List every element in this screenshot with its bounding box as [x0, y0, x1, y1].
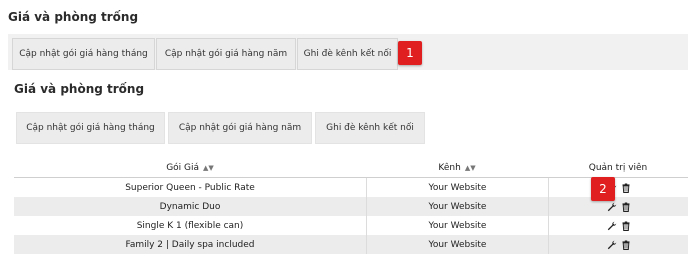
table-header: Gói Giá ▲▼ Kênh ▲▼ Quản trị viên	[14, 158, 688, 178]
column-header-channel[interactable]: Kênh ▲▼	[366, 158, 548, 177]
table-row: Single K 1 (flexible can) Your Website	[14, 216, 688, 235]
annotation-marker-2: 2	[591, 177, 615, 201]
rate-plan-name: Single K 1 (flexible can)	[136, 220, 244, 231]
admin-actions	[548, 216, 688, 235]
trash-icon[interactable]	[621, 221, 631, 231]
table-row: Family 2 | Daily spa included Your Websi…	[14, 235, 688, 254]
column-label: Gói Giá	[166, 162, 200, 173]
admin-actions	[548, 235, 688, 254]
wrench-icon[interactable]	[607, 202, 617, 212]
sort-icon[interactable]: ▲▼	[203, 164, 214, 172]
channel-name: Your Website	[366, 197, 548, 216]
tab-yearly-update[interactable]: Cập nhật gói giá hàng năm	[156, 38, 296, 70]
wrench-icon[interactable]	[607, 221, 617, 231]
column-header-admin: Quản trị viên	[548, 158, 688, 177]
tab-yearly-update[interactable]: Cập nhật gói giá hàng năm	[168, 112, 312, 144]
rate-plan-name: Superior Queen - Public Rate	[125, 182, 255, 193]
tab-bar: Cập nhật gói giá hàng tháng Cập nhật gói…	[8, 34, 688, 70]
rate-plan-name: Family 2 | Daily spa included	[125, 239, 255, 250]
column-label: Quản trị viên	[588, 162, 648, 173]
tab-bar: Cập nhật gói giá hàng tháng Cập nhật gói…	[16, 108, 688, 144]
column-header-rate-plan[interactable]: Gói Giá ▲▼	[14, 158, 366, 177]
table-row: Dynamic Duo Your Website	[14, 197, 688, 216]
tab-monthly-update[interactable]: Cập nhật gói giá hàng tháng	[12, 38, 155, 70]
column-label: Kênh	[438, 162, 461, 173]
tab-channel-override[interactable]: Ghi đè kênh kết nối	[297, 38, 398, 70]
trash-icon[interactable]	[621, 183, 631, 193]
channel-name: Your Website	[366, 216, 548, 235]
sort-icon[interactable]: ▲▼	[465, 164, 476, 172]
channel-name: Your Website	[366, 178, 548, 197]
section-title: Giá và phòng trống	[8, 10, 139, 24]
rate-plan-table: Gói Giá ▲▼ Kênh ▲▼ Quản trị viên Superio…	[14, 158, 688, 254]
trash-icon[interactable]	[621, 240, 631, 250]
section-title: Giá và phòng trống	[14, 82, 145, 96]
rate-plan-name: Dynamic Duo	[159, 201, 221, 212]
tab-channel-override[interactable]: Ghi đè kênh kết nối	[315, 112, 425, 144]
admin-actions	[548, 178, 688, 197]
table-row: Superior Queen - Public Rate Your Websit…	[14, 178, 688, 197]
tab-monthly-update[interactable]: Cập nhật gói giá hàng tháng	[16, 112, 165, 144]
channel-name: Your Website	[366, 235, 548, 254]
wrench-icon[interactable]	[607, 240, 617, 250]
admin-actions	[548, 197, 688, 216]
annotation-marker-1: 1	[398, 41, 422, 65]
trash-icon[interactable]	[621, 202, 631, 212]
